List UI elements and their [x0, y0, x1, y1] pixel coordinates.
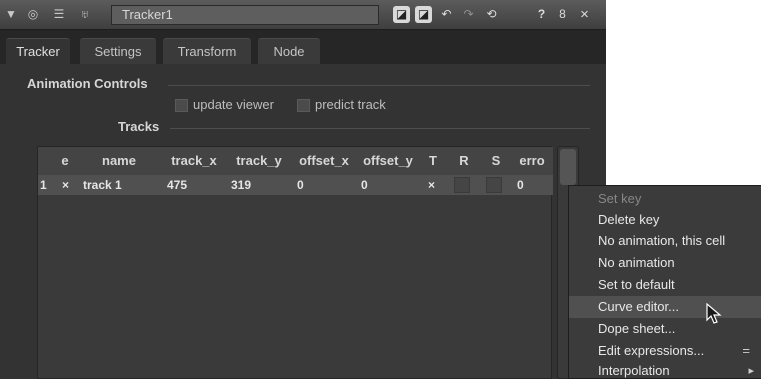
- animation-controls-title: Animation Controls: [27, 76, 148, 91]
- node-name-field[interactable]: Tracker1: [111, 5, 379, 25]
- tab-transform[interactable]: Transform: [163, 38, 251, 64]
- offset-y-cell[interactable]: 0: [356, 175, 420, 195]
- t-check-icon[interactable]: ×: [423, 175, 443, 195]
- tab-tracker[interactable]: Tracker: [6, 38, 70, 64]
- column-header-r[interactable]: R: [454, 147, 474, 175]
- menu-item-set-key[interactable]: Set key: [569, 188, 761, 210]
- menu-item-delete-key[interactable]: Delete key: [569, 209, 761, 231]
- track-x-cell[interactable]: 475: [162, 175, 224, 195]
- tracks-table: e name track_x track_y offset_x offset_y…: [37, 146, 553, 379]
- panel-titlebar: ▼ ◎ ☰ ♅ Tracker1 ◪ ◪ ↶ ↷ ⟲ ? 8 ×: [0, 0, 606, 30]
- reset-icon[interactable]: ⟲: [483, 6, 500, 23]
- context-menu: Set key Delete key No animation, this ce…: [568, 185, 761, 379]
- close-icon[interactable]: ×: [576, 6, 593, 23]
- column-header-track-x[interactable]: track_x: [162, 147, 226, 175]
- mouse-cursor-icon: [706, 303, 722, 324]
- tab-bar: Tracker Settings Transform Node: [0, 30, 606, 64]
- properties-panel: ▼ ◎ ☰ ♅ Tracker1 ◪ ◪ ↶ ↷ ⟲ ? 8 × Tracker…: [0, 0, 606, 379]
- r-checkbox[interactable]: [454, 177, 470, 193]
- menu-item-curve-editor[interactable]: Curve editor...: [569, 296, 761, 318]
- s-checkbox[interactable]: [486, 177, 502, 193]
- table-row[interactable]: 1 × track 1 475 319 0 0 × 0: [38, 175, 553, 195]
- predict-track-checkbox[interactable]: [297, 99, 310, 112]
- box-icon-2[interactable]: ◪: [415, 6, 432, 23]
- help-icon[interactable]: ?: [533, 6, 550, 23]
- shortcut-label: =: [742, 343, 750, 358]
- column-header-e[interactable]: e: [55, 147, 75, 175]
- menu-item-dope-sheet[interactable]: Dope sheet...: [569, 318, 761, 340]
- column-header-s[interactable]: S: [486, 147, 506, 175]
- update-viewer-label: update viewer: [193, 97, 274, 112]
- row-index: 1: [40, 178, 47, 192]
- redo-icon[interactable]: ↷: [460, 6, 477, 23]
- circle-icon[interactable]: ◎: [24, 7, 42, 22]
- enabled-check-icon[interactable]: ×: [58, 175, 78, 195]
- collapse-triangle-icon[interactable]: ▼: [2, 7, 20, 22]
- predict-track-label: predict track: [315, 97, 386, 112]
- menu-item-set-to-default[interactable]: Set to default: [569, 274, 761, 296]
- offset-x-cell[interactable]: 0: [292, 175, 354, 195]
- screenshot: ▼ ◎ ☰ ♅ Tracker1 ◪ ◪ ↶ ↷ ⟲ ? 8 × Tracker…: [0, 0, 761, 379]
- tab-node[interactable]: Node: [258, 38, 320, 64]
- table-header: e name track_x track_y offset_x offset_y…: [38, 147, 553, 175]
- undo-icon[interactable]: ↶: [438, 6, 455, 23]
- submenu-arrow-icon: ▸: [748, 365, 754, 377]
- section-divider: [170, 128, 590, 129]
- menu-item-interpolation[interactable]: Interpolation ▸: [569, 360, 761, 379]
- menu-item-no-animation-this-cell[interactable]: No animation, this cell: [569, 230, 761, 252]
- menu-item-label: Interpolation: [598, 363, 670, 378]
- column-header-name[interactable]: name: [78, 147, 160, 175]
- section-divider: [168, 85, 590, 86]
- track-y-cell[interactable]: 319: [226, 175, 290, 195]
- menu-item-edit-expressions[interactable]: Edit expressions... =: [569, 340, 761, 362]
- bookmark-icon[interactable]: ♅: [76, 7, 94, 22]
- column-header-offset-y[interactable]: offset_y: [356, 147, 420, 175]
- menu-item-label: Edit expressions...: [598, 343, 705, 358]
- column-header-track-y[interactable]: track_y: [226, 147, 292, 175]
- track-name-cell[interactable]: track 1: [78, 175, 160, 195]
- column-header-t[interactable]: T: [423, 147, 443, 175]
- box-icon-1[interactable]: ◪: [393, 6, 410, 23]
- column-header-offset-x[interactable]: offset_x: [292, 147, 356, 175]
- menu-item-no-animation[interactable]: No animation: [569, 252, 761, 274]
- update-viewer-checkbox[interactable]: [175, 99, 188, 112]
- tab-settings[interactable]: Settings: [80, 38, 156, 64]
- scrollbar-thumb[interactable]: [560, 149, 576, 185]
- column-header-error[interactable]: erro: [512, 147, 552, 175]
- float-icon[interactable]: 8: [554, 6, 571, 23]
- error-cell: 0: [517, 178, 524, 192]
- centipede-icon[interactable]: ☰: [50, 7, 68, 22]
- tracks-title: Tracks: [118, 119, 160, 134]
